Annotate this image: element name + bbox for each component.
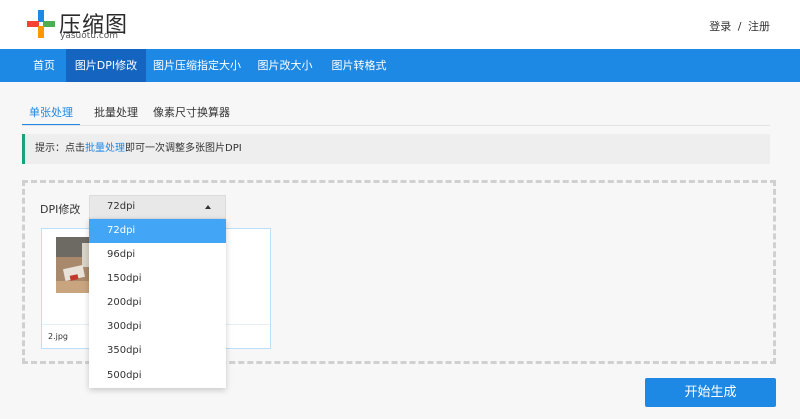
auth-links: 登录 / 注册	[709, 18, 770, 34]
dpi-select-value: 72dpi	[107, 201, 136, 212]
tip-batch-link[interactable]: 批量处理	[85, 143, 125, 154]
auth-separator: /	[737, 20, 742, 33]
tab-batch[interactable]: 批量处理	[94, 100, 138, 126]
nav-item-compress-size[interactable]: 图片压缩指定大小	[146, 49, 248, 82]
dpi-label: DPI修改	[40, 203, 81, 216]
logo-icon	[27, 10, 55, 38]
dpi-option-500[interactable]: 500dpi	[89, 364, 226, 388]
dpi-option-96[interactable]: 96dpi	[89, 243, 226, 267]
nav-item-dpi[interactable]: 图片DPI修改	[66, 49, 146, 82]
main-nav: 首页 图片DPI修改 图片压缩指定大小 图片改大小 图片转格式	[0, 49, 800, 82]
start-generate-button[interactable]: 开始生成	[645, 378, 776, 407]
dpi-select[interactable]: 72dpi	[89, 195, 226, 219]
tip-banner: 提示：点击批量处理即可一次调整多张图片DPI	[22, 134, 770, 164]
login-link[interactable]: 登录	[709, 20, 731, 33]
dpi-dropdown: 72dpi 96dpi 150dpi 200dpi 300dpi 350dpi …	[89, 219, 226, 388]
dpi-option-300[interactable]: 300dpi	[89, 315, 226, 339]
nav-item-convert[interactable]: 图片转格式	[322, 49, 396, 82]
caret-up-icon	[205, 205, 211, 209]
dpi-option-200[interactable]: 200dpi	[89, 291, 226, 315]
dpi-option-350[interactable]: 350dpi	[89, 339, 226, 363]
register-link[interactable]: 注册	[748, 20, 770, 33]
nav-item-home[interactable]: 首页	[22, 49, 66, 82]
tip-prefix: 提示：点击	[35, 143, 85, 154]
top-bar: 压缩图 yasuotu.com 登录 / 注册	[0, 0, 800, 49]
dpi-option-150[interactable]: 150dpi	[89, 267, 226, 291]
nav-item-resize[interactable]: 图片改大小	[248, 49, 322, 82]
tab-single[interactable]: 单张处理	[22, 100, 80, 126]
tab-pixel-calculator[interactable]: 像素尺寸换算器	[153, 100, 230, 126]
dpi-option-72[interactable]: 72dpi	[89, 219, 226, 244]
tip-suffix: 即可一次调整多张图片DPI	[125, 143, 242, 154]
brand-domain: yasuotu.com	[60, 31, 119, 41]
tab-divider	[22, 125, 770, 126]
